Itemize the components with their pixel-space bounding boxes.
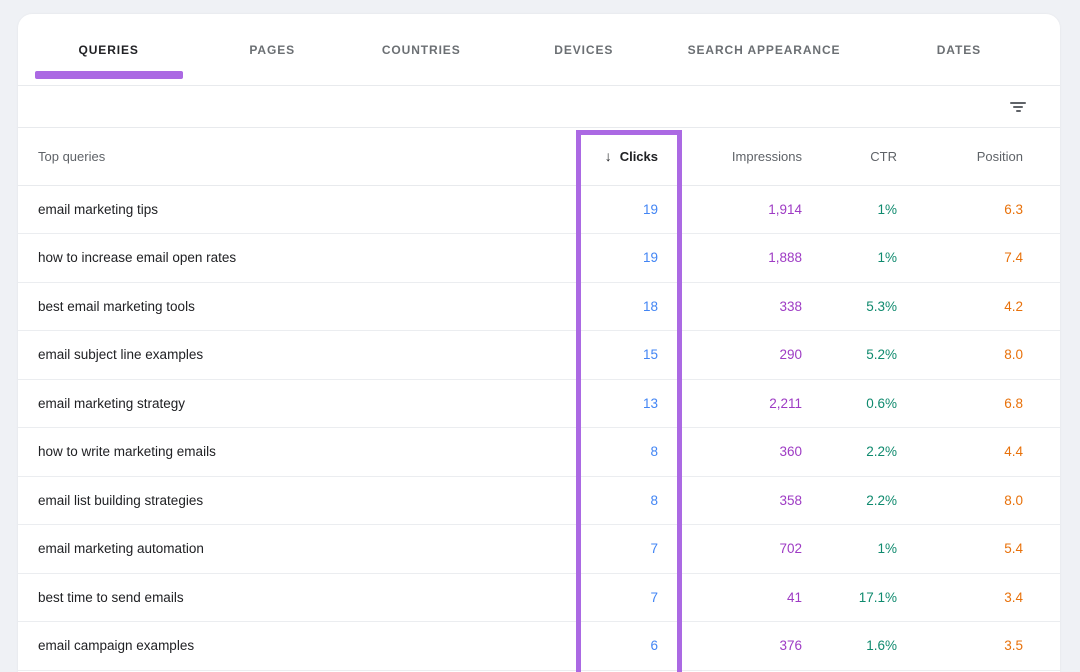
clicks-cell: 8 [576, 428, 682, 477]
query-cell[interactable]: best time to send emails [18, 573, 576, 622]
active-tab-underline [35, 71, 183, 79]
clicks-cell: 18 [576, 282, 682, 331]
table-row[interactable]: email subject line examples 15 290 5.2% … [18, 331, 1060, 380]
impressions-cell: 1,914 [682, 185, 832, 234]
clicks-cell: 7 [576, 573, 682, 622]
column-header-clicks[interactable]: ↓ Clicks [576, 128, 682, 185]
ctr-cell: 2.2% [832, 428, 927, 477]
impressions-cell: 338 [682, 282, 832, 331]
query-cell[interactable]: email marketing automation [18, 525, 576, 574]
tab-dates-label: DATES [937, 43, 981, 57]
table-row[interactable]: email marketing tips 19 1,914 1% 6.3 [18, 185, 1060, 234]
tab-devices-label: DEVICES [554, 43, 613, 57]
performance-report-card: QUERIES PAGES COUNTRIES DEVICES SEARCH A… [18, 14, 1060, 672]
query-cell[interactable]: email marketing strategy [18, 379, 576, 428]
position-cell: 3.5 [927, 622, 1060, 671]
ctr-cell: 5.2% [832, 331, 927, 380]
column-header-clicks-label: Clicks [620, 149, 658, 164]
tab-countries-label: COUNTRIES [382, 43, 461, 57]
impressions-cell: 290 [682, 331, 832, 380]
table-row[interactable]: email marketing automation 7 702 1% 5.4 [18, 525, 1060, 574]
tab-countries[interactable]: COUNTRIES [345, 14, 497, 85]
position-cell: 4.4 [927, 428, 1060, 477]
tab-devices[interactable]: DEVICES [497, 14, 670, 85]
clicks-cell: 19 [576, 234, 682, 283]
position-cell: 3.4 [927, 573, 1060, 622]
query-cell[interactable]: best email marketing tools [18, 282, 576, 331]
column-header-impressions[interactable]: Impressions [682, 128, 832, 185]
position-cell: 5.4 [927, 525, 1060, 574]
ctr-cell: 0.6% [832, 379, 927, 428]
position-cell: 7.4 [927, 234, 1060, 283]
tab-dates[interactable]: DATES [858, 14, 1060, 85]
page-background: QUERIES PAGES COUNTRIES DEVICES SEARCH A… [0, 0, 1080, 672]
impressions-cell: 1,888 [682, 234, 832, 283]
query-cell[interactable]: how to write marketing emails [18, 428, 576, 477]
tab-search-appearance[interactable]: SEARCH APPEARANCE [670, 14, 858, 85]
impressions-cell: 358 [682, 476, 832, 525]
impressions-cell: 360 [682, 428, 832, 477]
queries-table: Top queries ↓ Clicks Impressions CTR Posi… [18, 128, 1060, 671]
query-cell[interactable]: email campaign examples [18, 622, 576, 671]
impressions-cell: 702 [682, 525, 832, 574]
ctr-cell: 1% [832, 234, 927, 283]
filter-funnel-icon[interactable] [1006, 95, 1030, 119]
ctr-cell: 1% [832, 185, 927, 234]
table-row[interactable]: email marketing strategy 13 2,211 0.6% 6… [18, 379, 1060, 428]
table-row[interactable]: email campaign examples 6 376 1.6% 3.5 [18, 622, 1060, 671]
position-cell: 4.2 [927, 282, 1060, 331]
position-cell: 8.0 [927, 331, 1060, 380]
ctr-cell: 1% [832, 525, 927, 574]
sort-desc-arrow-icon: ↓ [605, 148, 612, 164]
impressions-cell: 2,211 [682, 379, 832, 428]
column-header-position[interactable]: Position [927, 128, 1060, 185]
table-header-row: Top queries ↓ Clicks Impressions CTR Posi… [18, 128, 1060, 185]
clicks-cell: 7 [576, 525, 682, 574]
column-header-top-queries[interactable]: Top queries [18, 128, 576, 185]
ctr-cell: 17.1% [832, 573, 927, 622]
position-cell: 6.3 [927, 185, 1060, 234]
tab-pages[interactable]: PAGES [199, 14, 345, 85]
clicks-cell: 6 [576, 622, 682, 671]
tab-queries-label: QUERIES [78, 43, 138, 57]
tab-search-appearance-label: SEARCH APPEARANCE [688, 43, 841, 57]
clicks-cell: 19 [576, 185, 682, 234]
tab-pages-label: PAGES [249, 43, 295, 57]
ctr-cell: 1.6% [832, 622, 927, 671]
position-cell: 6.8 [927, 379, 1060, 428]
clicks-cell: 8 [576, 476, 682, 525]
clicks-cell: 15 [576, 331, 682, 380]
ctr-cell: 2.2% [832, 476, 927, 525]
query-cell[interactable]: how to increase email open rates [18, 234, 576, 283]
impressions-cell: 376 [682, 622, 832, 671]
clicks-cell: 13 [576, 379, 682, 428]
ctr-cell: 5.3% [832, 282, 927, 331]
tab-bar: QUERIES PAGES COUNTRIES DEVICES SEARCH A… [18, 14, 1060, 86]
column-header-ctr[interactable]: CTR [832, 128, 927, 185]
table-row[interactable]: how to increase email open rates 19 1,88… [18, 234, 1060, 283]
table-row[interactable]: email list building strategies 8 358 2.2… [18, 476, 1060, 525]
table-body: email marketing tips 19 1,914 1% 6.3 how… [18, 185, 1060, 670]
table-row[interactable]: best email marketing tools 18 338 5.3% 4… [18, 282, 1060, 331]
query-cell[interactable]: email subject line examples [18, 331, 576, 380]
query-cell[interactable]: email marketing tips [18, 185, 576, 234]
table-row[interactable]: how to write marketing emails 8 360 2.2%… [18, 428, 1060, 477]
query-cell[interactable]: email list building strategies [18, 476, 576, 525]
table-row[interactable]: best time to send emails 7 41 17.1% 3.4 [18, 573, 1060, 622]
position-cell: 8.0 [927, 476, 1060, 525]
filter-row [18, 86, 1060, 128]
tab-queries[interactable]: QUERIES [18, 14, 199, 85]
impressions-cell: 41 [682, 573, 832, 622]
